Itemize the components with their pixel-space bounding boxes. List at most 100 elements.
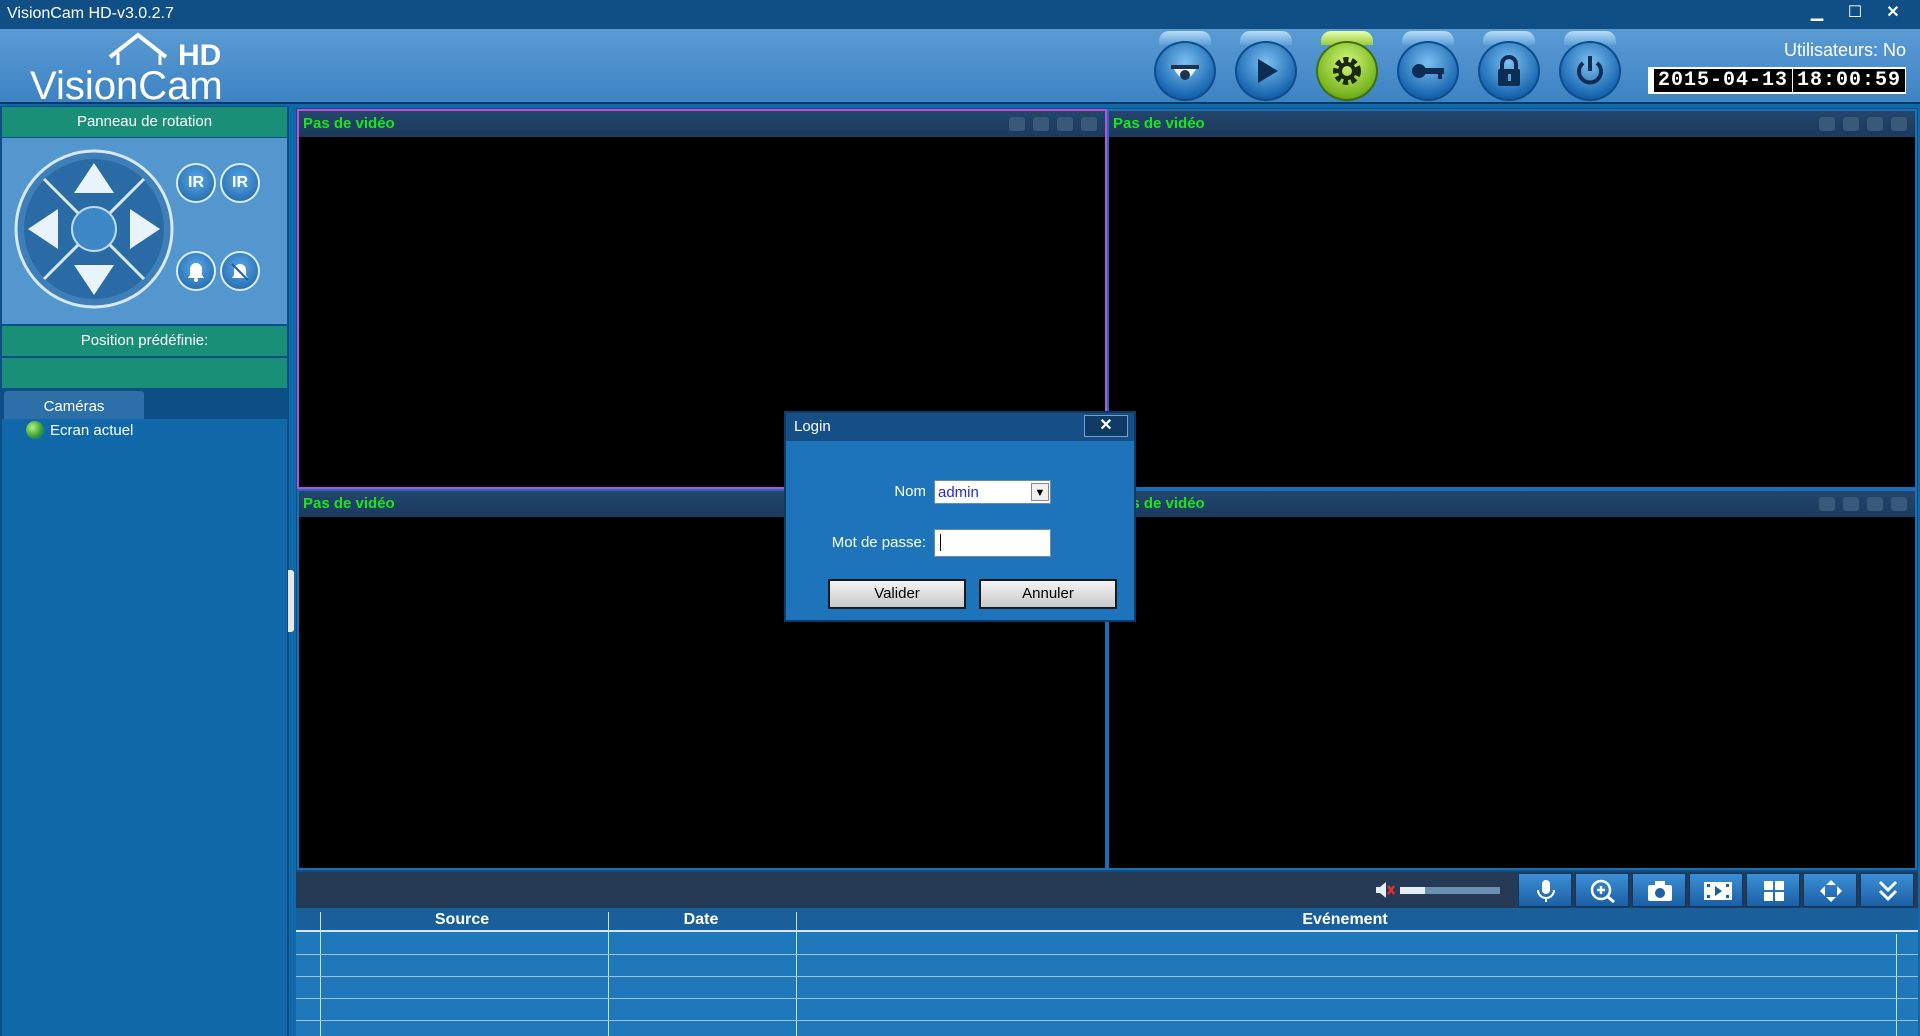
app-header: HD VisionCam Utilisateurs: No 2015-04-13… — [0, 29, 1920, 104]
playback-button[interactable] — [1226, 29, 1306, 104]
microphone-icon — [1537, 880, 1555, 902]
fullscreen-arrows-icon — [1820, 880, 1842, 902]
login-close-button[interactable]: ✕ — [1084, 415, 1128, 437]
close-window-button[interactable]: ✕ — [1874, 2, 1912, 24]
settings-gear-icon — [1333, 57, 1361, 85]
settings-button[interactable] — [1307, 29, 1387, 104]
camera-tree-item[interactable]: Ecran actuel — [26, 421, 133, 439]
maximize-icon[interactable] — [1891, 117, 1907, 131]
column-header-event[interactable]: Evénement — [796, 911, 1894, 929]
name-select-value: admin — [938, 484, 979, 501]
rotation-panel-title: Panneau de rotation — [2, 107, 287, 137]
window-title: VisionCam HD-v3.0.2.7 — [7, 5, 174, 22]
ir-on-button[interactable]: IR — [176, 163, 216, 203]
maximize-icon[interactable] — [1081, 117, 1097, 131]
alarm-off-button[interactable] — [220, 251, 260, 291]
lock-icon — [1498, 55, 1520, 86]
globe-icon — [26, 421, 44, 439]
tile-controls — [1001, 117, 1097, 133]
record-icon[interactable] — [1867, 117, 1883, 131]
left-sidebar: Panneau de rotation IR IR Position prédé… — [0, 106, 289, 1036]
volume-fill — [1400, 887, 1425, 894]
tile-controls — [1811, 497, 1907, 513]
title-bar: VisionCam HD-v3.0.2.7 ▁ ☐ ✕ — [0, 0, 1920, 29]
maximize-icon[interactable] — [1891, 497, 1907, 511]
camera-tree: Ecran actuel — [2, 419, 287, 1036]
ptz-control-panel: IR IR — [2, 138, 287, 324]
power-icon — [1577, 56, 1603, 85]
bell-icon — [188, 263, 204, 282]
video-tile-4[interactable]: Pas de vidéo — [1107, 489, 1917, 870]
speaker-icon[interactable] — [1843, 497, 1859, 511]
preset-position-field[interactable] — [2, 358, 287, 388]
app-window: VisionCam HD-v3.0.2.7 ▁ ☐ ✕ HD VisionCam — [0, 0, 1920, 1036]
validate-button[interactable]: Valider — [828, 579, 966, 609]
grid-layout-icon — [1764, 881, 1784, 901]
logo-text: VisionCam — [30, 64, 223, 103]
volume-slider[interactable] — [1400, 887, 1500, 894]
alarm-bell-button[interactable] — [176, 251, 216, 291]
no-video-label: Pas de vidéo — [1113, 115, 1205, 132]
login-dialog-titlebar: Login ✕ — [786, 413, 1134, 441]
grid-layout-button[interactable] — [1746, 873, 1800, 907]
sidebar-collapse-handle[interactable] — [288, 570, 294, 632]
video-tile-2[interactable]: Pas de vidéo — [1107, 109, 1917, 489]
password-input[interactable] — [934, 529, 1051, 557]
snapshot-button[interactable] — [1632, 873, 1686, 907]
datetime-display: 2015-04-13 18:00:59 — [1648, 67, 1906, 94]
login-dialog: Login ✕ Nom admin ▼ Mot de passe: Valide… — [784, 411, 1136, 622]
wrench-icon[interactable] — [1009, 117, 1025, 131]
ptz-joystick[interactable] — [14, 149, 174, 309]
column-header-date[interactable]: Date — [608, 911, 794, 929]
power-button[interactable] — [1550, 29, 1630, 104]
record-film-icon — [1704, 882, 1732, 900]
minimize-button[interactable]: ▁ — [1798, 2, 1836, 24]
event-log-table: Source Date Evénement — [296, 908, 1918, 1036]
record-icon[interactable] — [1057, 117, 1073, 131]
maximize-button[interactable]: ☐ — [1836, 2, 1874, 24]
bell-off-icon — [231, 263, 249, 281]
users-label: Utilisateurs: No — [1783, 40, 1906, 60]
name-label: Nom — [894, 483, 926, 500]
event-log-header: Source Date Evénement — [296, 908, 1918, 932]
tab-cameras[interactable]: Caméras — [4, 391, 144, 419]
collapse-down-icon — [1878, 880, 1898, 902]
column-header-source[interactable]: Source — [320, 911, 604, 929]
camera-dome-icon — [1171, 65, 1199, 80]
video-toolbar — [296, 872, 1918, 908]
speaker-mute-icon[interactable] — [1374, 881, 1396, 899]
camera-item-label: Ecran actuel — [50, 422, 134, 439]
speaker-icon[interactable] — [1033, 117, 1049, 131]
fullscreen-button[interactable] — [1803, 873, 1857, 907]
microphone-button[interactable] — [1518, 873, 1572, 907]
ir-off-button[interactable]: IR — [220, 163, 260, 203]
name-select[interactable]: admin ▼ — [934, 480, 1051, 504]
zoom-in-button[interactable] — [1575, 873, 1629, 907]
record-button[interactable] — [1689, 873, 1743, 907]
time-display: 18:00:59 — [1793, 69, 1906, 92]
snapshot-camera-icon — [1648, 881, 1672, 901]
login-dialog-title: Login — [794, 418, 831, 435]
key-button[interactable] — [1388, 29, 1468, 104]
chevron-down-icon[interactable]: ▼ — [1031, 483, 1049, 501]
key-icon — [1412, 64, 1444, 79]
password-label: Mot de passe: — [831, 534, 926, 551]
wrench-icon[interactable] — [1819, 117, 1835, 131]
camera-view-button[interactable] — [1145, 29, 1225, 104]
cancel-button[interactable]: Annuler — [979, 579, 1117, 609]
record-icon[interactable] — [1867, 497, 1883, 511]
collapse-log-button[interactable] — [1860, 873, 1914, 907]
visioncam-logo: HD VisionCam — [30, 32, 223, 103]
wrench-icon[interactable] — [1819, 497, 1835, 511]
tile-controls — [1811, 117, 1907, 133]
no-video-label: Pas de vidéo — [303, 115, 395, 132]
ptz-center-button[interactable] — [71, 206, 117, 252]
speaker-icon[interactable] — [1843, 117, 1859, 131]
date-display: 2015-04-13 — [1654, 69, 1793, 92]
lock-button[interactable] — [1469, 29, 1549, 104]
play-icon — [1258, 59, 1278, 83]
zoom-in-icon — [1590, 879, 1615, 903]
preset-position-label: Position prédéfinie: — [2, 326, 287, 356]
no-video-label: Pas de vidéo — [303, 495, 395, 512]
login-dialog-body: Nom admin ▼ Mot de passe: Valider Annule… — [786, 441, 1134, 620]
